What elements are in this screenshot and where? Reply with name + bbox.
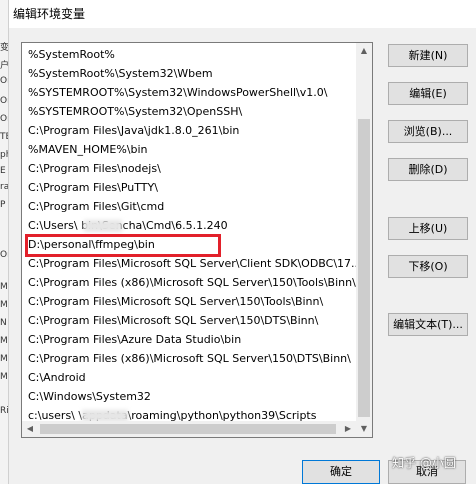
list-item[interactable]: C:\Windows\System32 [28,387,151,406]
new-button[interactable]: 新建(N) [388,44,468,67]
list-item[interactable]: %SystemRoot%\System32\Wbem [28,64,213,83]
edit-button[interactable]: 编辑(E) [388,82,468,105]
background-fragment: ph [0,150,8,160]
delete-button[interactable]: 删除(D) [388,158,468,181]
list-item[interactable]: C:\Users\ bin\Sencha\Cmd\6.5.1.240 [28,216,228,235]
list-item[interactable]: C:\Program Files\Java\jdk1.8.0_261\bin [28,121,239,140]
ok-button[interactable]: 确定 [302,460,380,484]
highlight-annotation [25,234,221,257]
background-fragment: 变 [0,43,8,53]
vertical-scrollbar[interactable]: ▲ ▼ [356,43,372,437]
background-fragment: M [0,354,8,364]
hscroll-thumb[interactable] [40,424,336,434]
background-fragment: M [0,300,8,310]
path-listbox[interactable]: %SystemRoot% %SystemRoot%\System32\Wbem … [21,42,373,438]
move-down-button[interactable]: 下移(O) [388,255,468,278]
background-fragment: Or [0,250,8,260]
background-fragment: Ri [0,406,8,416]
redacted-username [84,220,122,232]
list-item[interactable]: %MAVEN_HOME%\bin [28,140,148,159]
list-item[interactable]: C:\Android [28,368,86,387]
title-bar[interactable]: 编辑环境变量 [9,0,476,28]
dialog-title: 编辑环境变量 [13,7,86,21]
background-fragment: Or [0,114,8,124]
scroll-left-icon[interactable]: ◀ [22,421,38,437]
edit-text-button[interactable]: 编辑文本(T)... [388,313,468,336]
background-fragment: Or [0,76,8,86]
scroll-up-icon[interactable]: ▲ [356,43,372,59]
watermark: 知乎 @小圆 [392,456,456,470]
list-item[interactable]: C:\Program Files\Microsoft SQL Server\15… [28,292,323,311]
background-fragment: P [0,200,6,210]
list-item[interactable]: C:\Program Files\Git\cmd [28,197,164,216]
scroll-thumb[interactable] [358,119,370,417]
list-item[interactable]: C:\Program Files\nodejs\ [28,159,161,178]
background-fragment: Or [0,96,8,106]
list-item[interactable]: C:\Program Files (x86)\Microsoft SQL Ser… [28,349,351,368]
move-up-button[interactable]: 上移(U) [388,217,468,240]
background-fragment: 户 [0,61,8,71]
scroll-right-icon[interactable]: ▶ [340,421,356,437]
background-fragment: M [0,336,8,346]
list-item[interactable]: %SYSTEMROOT%\System32\WindowsPowerShell\… [28,83,327,102]
list-item[interactable]: C:\Program Files (x86)\Microsoft SQL Ser… [28,273,356,292]
background-fragment: M [0,282,8,292]
list-item[interactable]: C:\Program Files\Azure Data Studio\bin [28,330,241,349]
list-item[interactable]: C:\Program Files\Microsoft SQL Server\15… [28,311,318,330]
background-fragment: E [0,166,6,176]
background-fragment: ra [0,182,8,192]
browse-button[interactable]: 浏览(B)... [388,120,468,143]
background-fragment: N [0,318,7,328]
background-fragment: TE [0,132,8,142]
background-fragment: M [0,372,8,382]
edit-env-variable-dialog: 编辑环境变量 %SystemRoot% %SystemRoot%\System3… [9,0,476,484]
scroll-down-icon[interactable]: ▼ [356,421,372,437]
list-item[interactable]: C:\Program Files\PuTTY\ [28,178,158,197]
list-item[interactable]: %SystemRoot% [28,45,115,64]
horizontal-scrollbar[interactable]: ◀ ▶ [22,421,356,437]
list-item[interactable]: %SYSTEMROOT%\System32\OpenSSH\ [28,102,242,121]
background-window-edge: 变 户 Or Or Or TE ph E ra P Or M M N M M M… [0,0,9,484]
